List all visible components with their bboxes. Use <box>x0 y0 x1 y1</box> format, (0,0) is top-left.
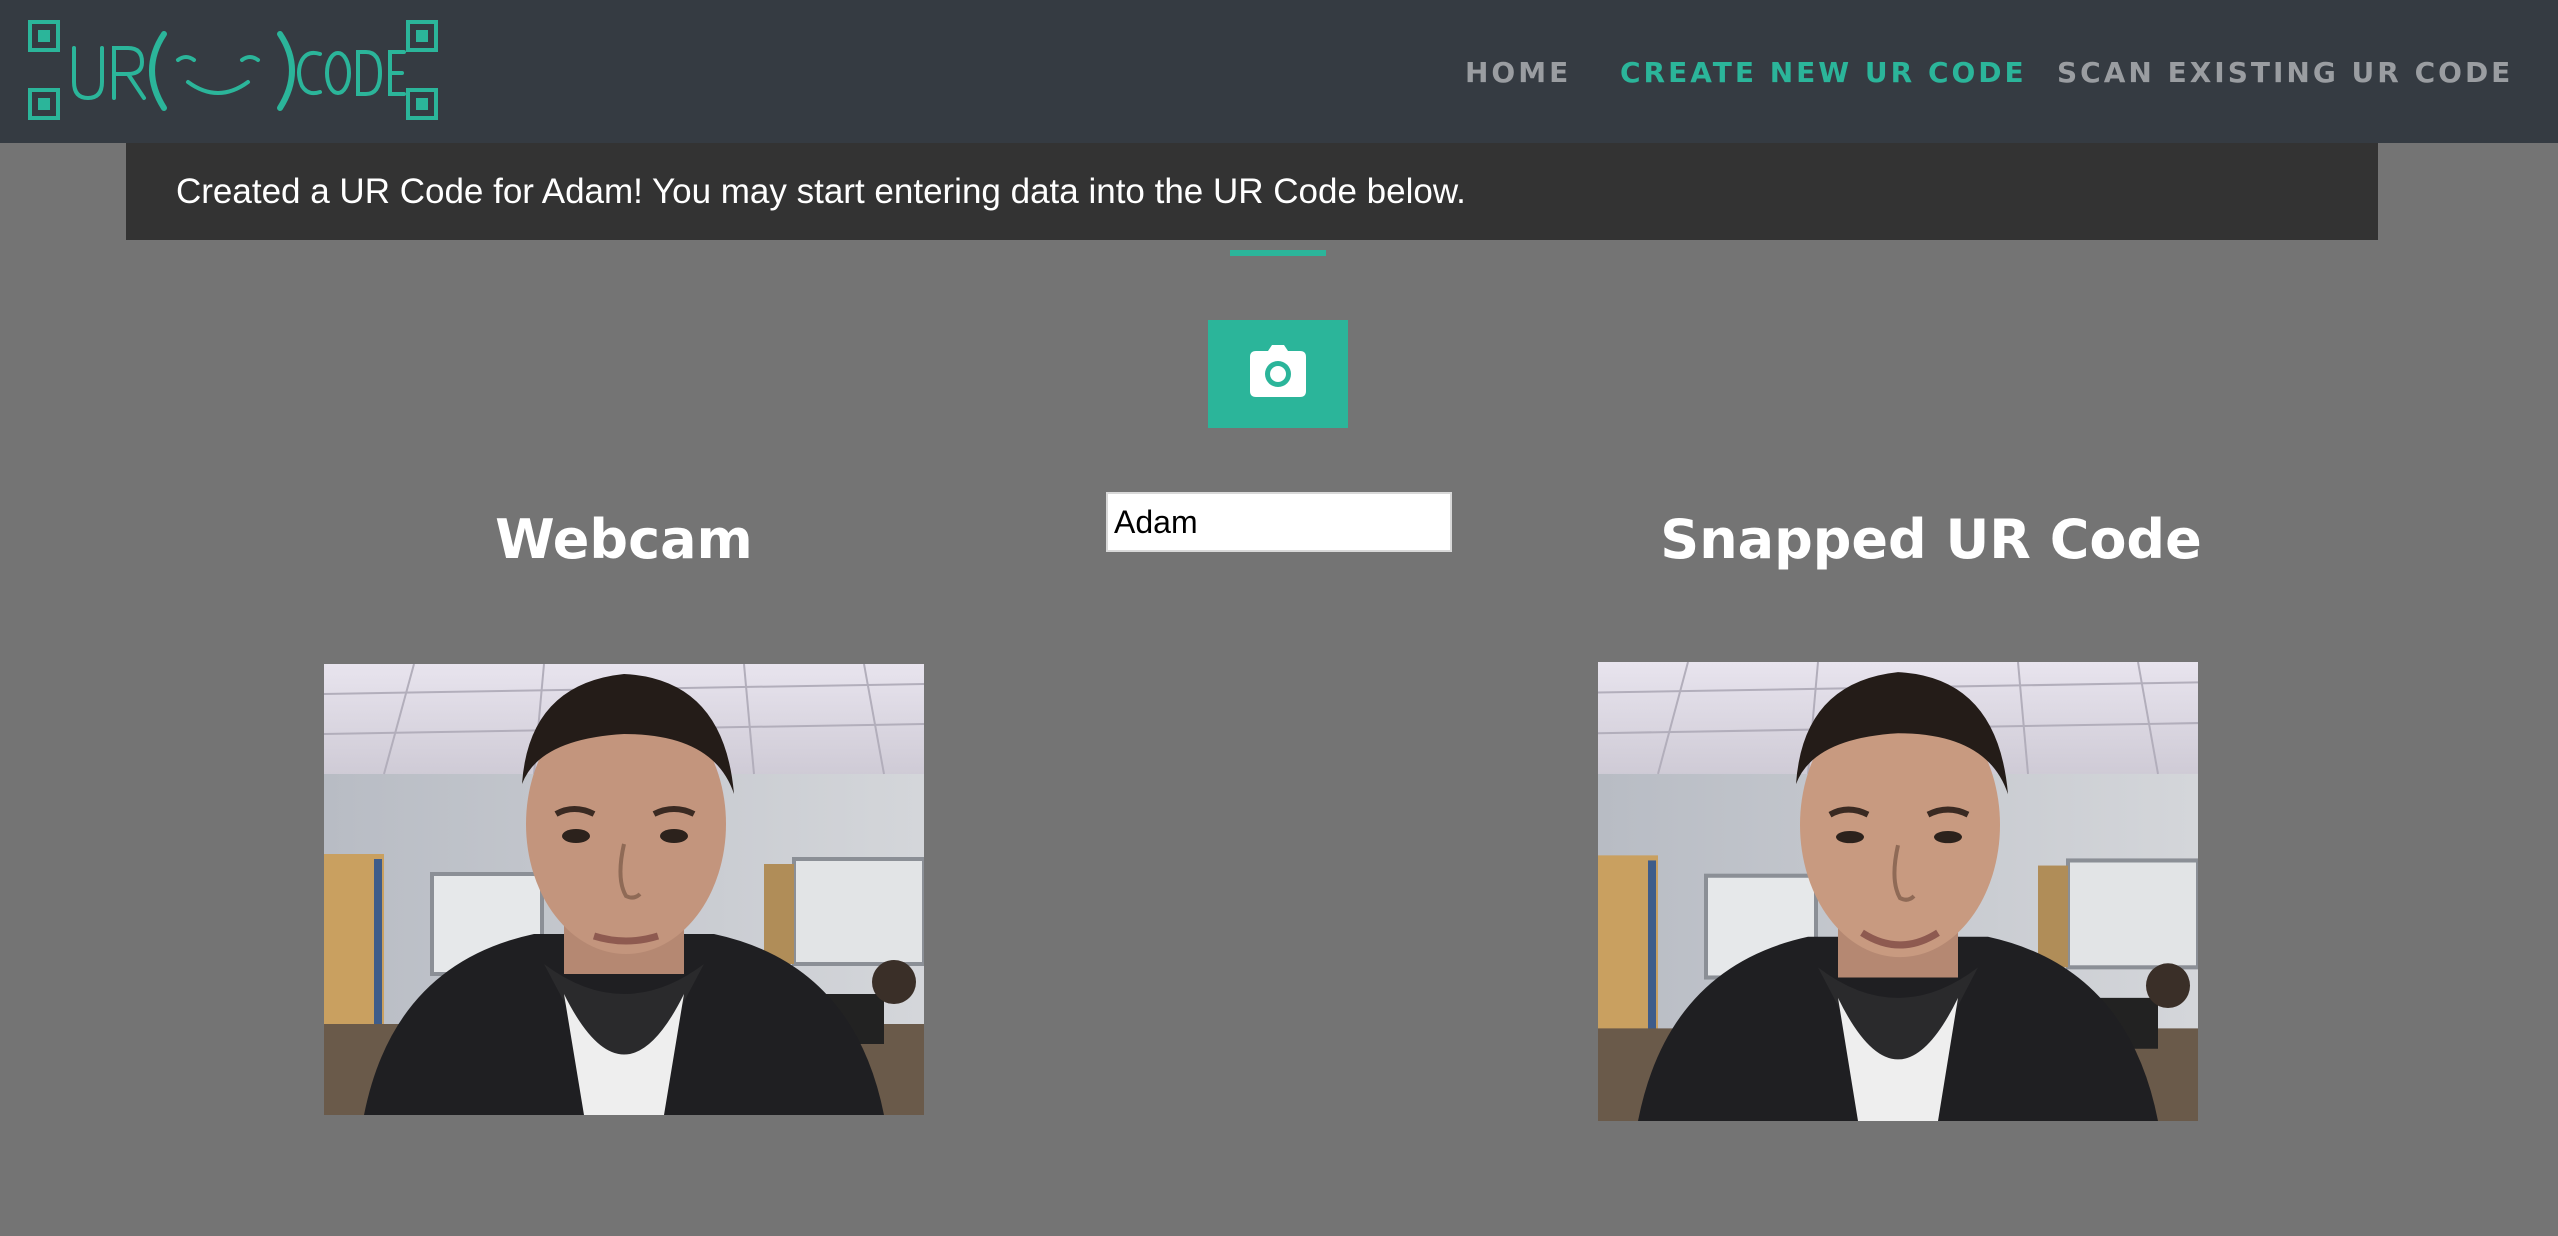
success-alert: Created a UR Code for Adam! You may star… <box>126 143 2378 240</box>
nav-scan-link[interactable]: SCAN EXISTING UR CODE <box>2057 56 2513 89</box>
webcam-title: Webcam <box>495 508 753 571</box>
top-navbar: HOME CREATE NEW UR CODE SCAN EXISTING UR… <box>0 0 2558 143</box>
camera-icon <box>1250 345 1306 397</box>
nav-home-link[interactable]: HOME <box>1465 56 1571 89</box>
accent-divider <box>1230 250 1326 256</box>
webcam-feed <box>324 664 924 1115</box>
name-input[interactable] <box>1106 492 1452 552</box>
nav-create-link[interactable]: CREATE NEW UR CODE <box>1620 56 2027 89</box>
ur-code-logo[interactable] <box>28 20 438 120</box>
snapped-ur-code-image <box>1598 662 2198 1121</box>
snap-photo-button[interactable] <box>1208 320 1348 428</box>
snapped-title: Snapped UR Code <box>1660 508 2202 571</box>
